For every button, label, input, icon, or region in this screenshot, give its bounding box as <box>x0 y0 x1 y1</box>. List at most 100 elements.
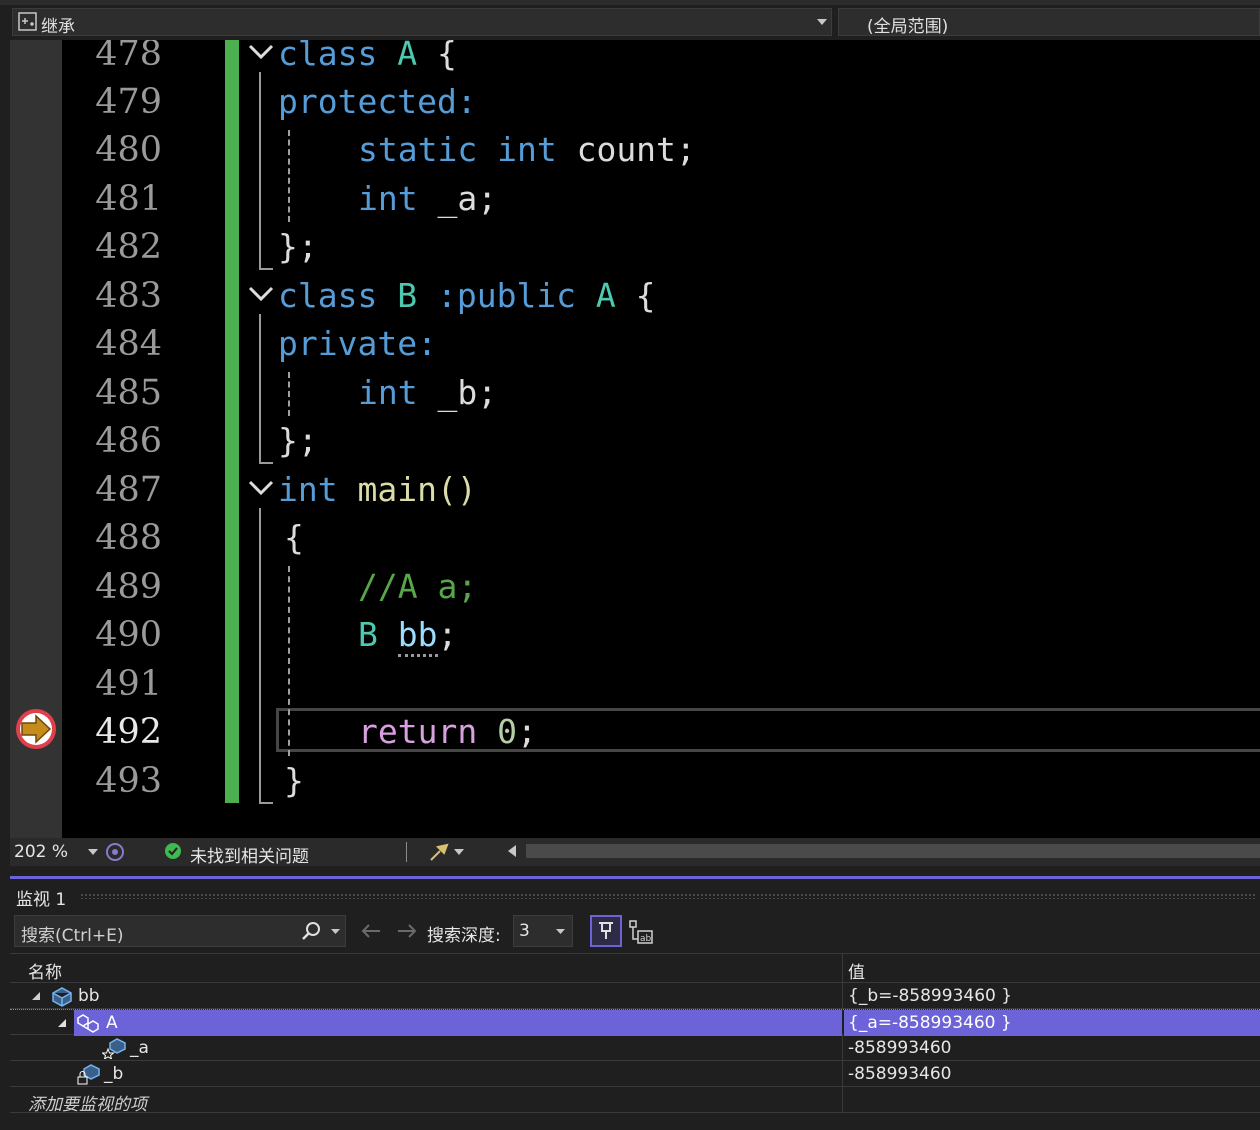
column-header-value[interactable]: 值 <box>848 958 865 983</box>
forward-arrow-icon[interactable] <box>396 923 418 939</box>
code-line: static int count; <box>358 130 696 169</box>
line-number: 483 <box>95 276 162 316</box>
line-number: 478 <box>95 40 162 74</box>
svg-text:ab: ab <box>640 934 652 944</box>
watch-name: bb <box>78 986 100 1006</box>
check-circle-icon <box>165 843 181 859</box>
chevron-down-icon[interactable] <box>556 929 565 934</box>
pin-icon <box>599 922 613 939</box>
editor-left-edge <box>0 40 10 840</box>
code-line: }; <box>278 421 318 460</box>
line-number: 480 <box>95 130 162 170</box>
horizontal-scrollbar[interactable] <box>526 844 1260 858</box>
code-line: B bb; <box>358 611 457 659</box>
panel-grip[interactable] <box>80 893 1255 899</box>
chevron-down-icon[interactable] <box>817 19 827 25</box>
watch-value[interactable]: {_a=-858993460 } <box>848 1013 1012 1033</box>
chevron-down-icon[interactable] <box>331 929 340 934</box>
watch-name: A <box>106 1013 118 1033</box>
watch-add-row[interactable]: 添加要监视的项 <box>10 1087 1260 1115</box>
selection-highlight-name <box>74 1010 842 1036</box>
line-number: 488 <box>95 518 162 558</box>
issues-status[interactable]: 未找到相关问题 <box>190 842 309 867</box>
search-placeholder: 搜索(Ctrl+E) <box>21 926 124 946</box>
column-divider <box>842 983 843 1009</box>
code-line: int main() <box>278 470 477 509</box>
line-number: 490 <box>95 615 162 655</box>
add-watch-item[interactable]: 添加要监视的项 <box>28 1090 147 1115</box>
code-line: class B :public A { <box>278 276 656 315</box>
watch-value[interactable]: -858993460 <box>848 1038 951 1058</box>
fold-chevron-icon[interactable] <box>248 480 274 496</box>
code-line: protected: <box>278 82 477 121</box>
static-member-icon <box>102 1038 126 1059</box>
search-depth-value: 3 <box>519 921 530 941</box>
line-number: 491 <box>95 664 162 704</box>
column-header-name[interactable]: 名称 <box>28 958 62 983</box>
chevron-down-icon[interactable] <box>88 849 98 855</box>
back-arrow-icon[interactable] <box>360 923 382 939</box>
pin-toggle-button[interactable] <box>590 915 622 947</box>
code-comment: //A a; <box>358 567 478 606</box>
scroll-left-icon[interactable] <box>508 845 516 857</box>
line-number: 486 <box>95 421 162 461</box>
column-divider <box>842 1061 843 1087</box>
line-number: 487 <box>95 470 162 510</box>
scope-dropdown-left[interactable]: 继承 <box>12 8 832 37</box>
code-line: int _b; <box>358 373 498 412</box>
watch-name: _a <box>130 1038 149 1058</box>
scope-dropdown-right[interactable]: (全局范围) <box>838 8 1260 37</box>
code-line: return 0; <box>358 712 537 751</box>
line-number: 489 <box>95 567 162 607</box>
column-divider <box>842 1087 843 1113</box>
watch-row-selected[interactable]: A {_a=-858993460 } <box>10 1009 1260 1036</box>
watch-search-input[interactable]: 搜索(Ctrl+E) <box>14 915 346 947</box>
watch-value[interactable]: -858993460 <box>848 1064 951 1084</box>
watch-row[interactable]: _a -858993460 <box>10 1035 1260 1061</box>
watch-row[interactable]: bb {_b=-858993460 } <box>10 983 1260 1009</box>
code-editor[interactable]: 478 479 480 481 482 483 484 485 486 487 … <box>62 40 1260 838</box>
watch-name: _b <box>104 1064 124 1084</box>
fold-chevron-icon[interactable] <box>248 286 274 302</box>
indent-guide <box>288 372 290 416</box>
change-tracking-bar <box>225 40 239 803</box>
object-icon <box>52 987 72 1007</box>
scope-left-label: 继承 <box>41 17 75 37</box>
search-depth-select[interactable]: 3 <box>513 915 573 947</box>
divider <box>406 842 407 862</box>
column-divider[interactable] <box>842 954 843 984</box>
line-number: 479 <box>95 82 162 122</box>
indent-guide <box>288 566 290 756</box>
code-cleanup-icon[interactable] <box>428 841 450 863</box>
editor-status-bar: 202 % 未找到相关问题 <box>10 838 1260 867</box>
code-line: } <box>284 761 304 800</box>
watch-title: 监视 1 <box>16 890 67 910</box>
glyph-margin[interactable] <box>10 40 62 838</box>
chevron-down-icon[interactable] <box>454 849 464 855</box>
line-number-current: 492 <box>95 712 162 752</box>
base-class-icon <box>77 1014 99 1033</box>
private-member-icon <box>77 1064 100 1085</box>
current-statement-arrow-icon <box>16 709 56 749</box>
code-line: class A { <box>278 40 457 73</box>
watch-row[interactable]: _b -858993460 <box>10 1061 1260 1087</box>
fold-bracket <box>259 508 273 804</box>
expanded-triangle-icon[interactable] <box>58 1019 66 1027</box>
code-line: int _a; <box>358 179 498 218</box>
expanded-triangle-icon[interactable] <box>32 992 40 1000</box>
column-divider <box>842 1035 843 1061</box>
watch-header-row: 名称 值 <box>10 953 1260 984</box>
view-as-text-icon[interactable]: ab <box>628 919 654 945</box>
fold-chevron-icon[interactable] <box>248 44 274 60</box>
zoom-level[interactable]: 202 % <box>14 842 68 862</box>
code-line: private: <box>278 324 437 363</box>
top-strip <box>0 0 1260 5</box>
search-icon[interactable] <box>301 921 321 941</box>
intellicode-icon[interactable] <box>104 841 126 863</box>
watch-window: 监视 1 搜索(Ctrl+E) 搜索深度: 3 ab 名称 值 bb {_b=-… <box>10 876 1260 1130</box>
code-line: }; <box>278 227 318 266</box>
watch-value[interactable]: {_b=-858993460 } <box>848 986 1012 1006</box>
line-number: 482 <box>95 227 162 267</box>
line-number: 484 <box>95 324 162 364</box>
line-number: 485 <box>95 373 162 413</box>
